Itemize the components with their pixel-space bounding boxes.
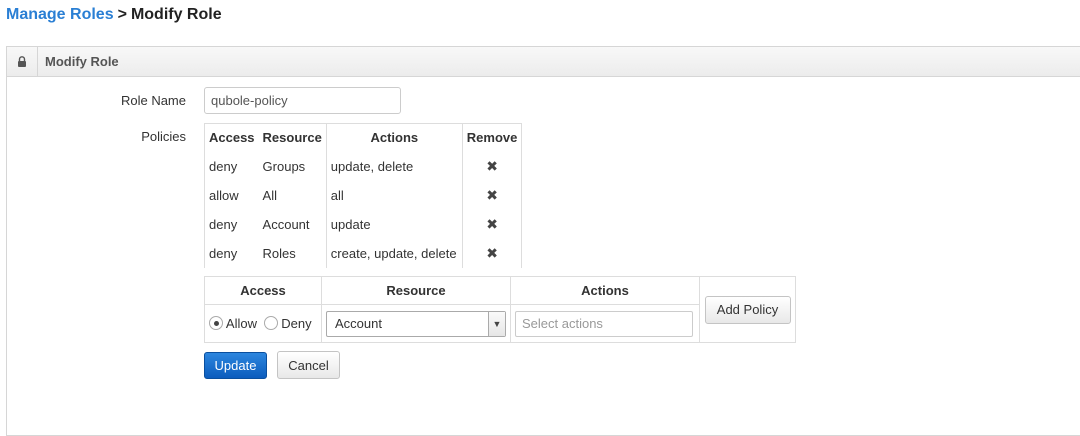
remove-policy-icon[interactable]: ✖ (486, 216, 498, 232)
cell-access: deny (203, 151, 259, 181)
add-policy-header-row: Access Resource Actions Add Policy (204, 276, 796, 343)
add-header-access: Access (204, 276, 322, 305)
chevron-down-icon[interactable]: ▼ (488, 311, 505, 336)
add-header-actions: Actions (510, 276, 700, 305)
cell-resource: All (258, 180, 327, 210)
cell-access: allow (203, 180, 259, 210)
update-button[interactable]: Update (204, 352, 267, 379)
cell-resource: Account (258, 209, 327, 239)
table-row: allow All all ✖ (203, 180, 523, 210)
allow-radio[interactable] (209, 316, 223, 330)
breadcrumb: Manage Roles > Modify Role (6, 6, 222, 24)
cancel-button[interactable]: Cancel (277, 351, 340, 379)
deny-radio[interactable] (263, 316, 278, 330)
cell-resource: Roles (258, 238, 327, 268)
select-actions-input[interactable]: Select actions (515, 310, 693, 337)
cell-access: deny (203, 209, 259, 239)
remove-policy-icon[interactable]: ✖ (486, 245, 498, 261)
header-remove: Remove (461, 123, 523, 152)
role-name-label: Role Name (120, 93, 186, 108)
add-header-resource: Resource (321, 276, 511, 305)
cell-access: deny (203, 238, 259, 268)
remove-policy-icon[interactable]: ✖ (486, 158, 498, 174)
lock-icon (18, 56, 26, 67)
cell-actions: create, update, delete (325, 238, 463, 268)
add-policy-button[interactable]: Add Policy (704, 295, 791, 324)
header-resource: Resource (258, 123, 327, 152)
header-actions: Actions (325, 123, 463, 152)
resource-select-value: Account (335, 316, 382, 331)
allow-radio-label: Allow (225, 316, 257, 331)
deny-radio-label: Deny (281, 316, 312, 331)
policies-label: Policies (141, 129, 186, 144)
cell-actions: update (325, 209, 463, 239)
policies-header-row: Access Resource Actions Remove (203, 123, 523, 152)
cell-actions: update, delete (325, 151, 463, 181)
resource-select[interactable]: Account ▼ (326, 310, 506, 337)
cell-resource: Groups (258, 151, 327, 181)
panel-title: Modify Role (45, 54, 119, 69)
policies-table: Access Resource Actions Remove deny Grou… (203, 123, 523, 268)
breadcrumb-separator: > (117, 6, 127, 23)
panel-icon-box (7, 47, 38, 76)
table-row: deny Roles create, update, delete ✖ (203, 238, 523, 268)
page-title: Modify Role (130, 6, 222, 23)
role-name-input[interactable] (204, 87, 401, 114)
header-access: Access (203, 123, 259, 152)
breadcrumb-manage-roles-link[interactable]: Manage Roles (6, 6, 114, 23)
panel-header: Modify Role (7, 47, 1080, 77)
add-policy-form: Access Resource Actions Add Policy Allow… (204, 276, 796, 343)
table-row: deny Account update ✖ (203, 209, 523, 239)
cell-actions: all (325, 180, 463, 210)
table-row: deny Groups update, delete ✖ (203, 151, 523, 181)
remove-policy-icon[interactable]: ✖ (486, 187, 498, 203)
